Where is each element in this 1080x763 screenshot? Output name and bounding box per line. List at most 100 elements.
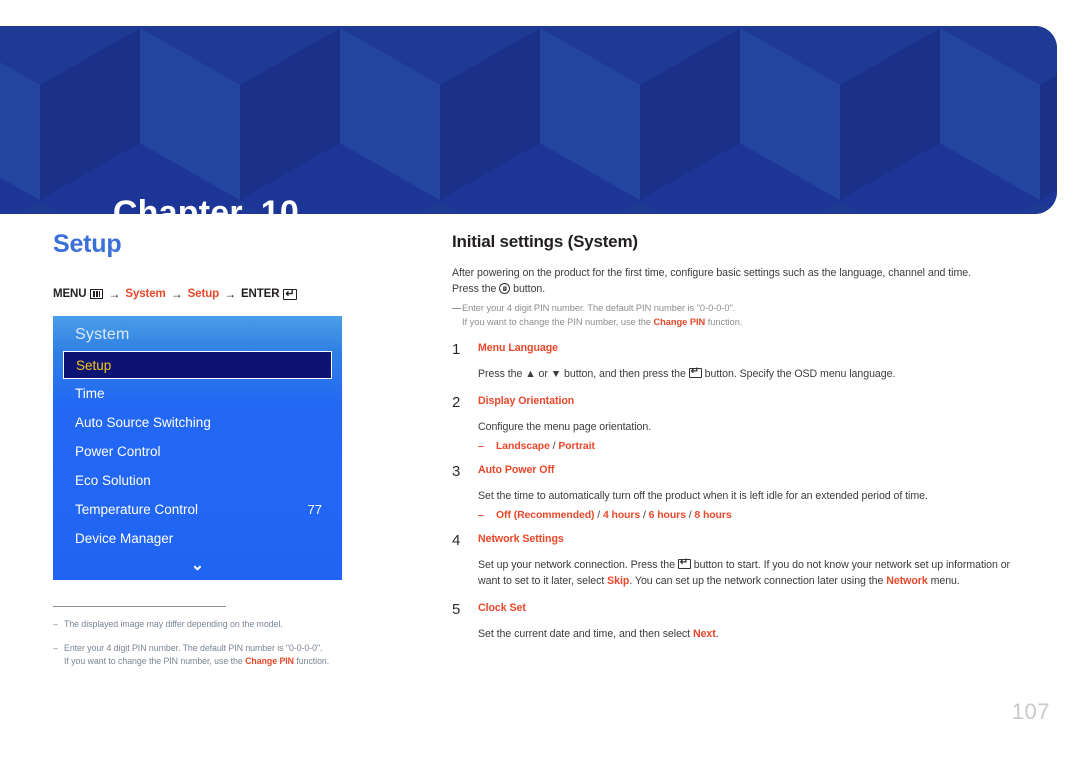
intro-paragraph: After powering on the product for the fi… (452, 265, 1020, 297)
enter-key-icon (677, 558, 691, 569)
enter-key-icon (688, 367, 702, 379)
menu-path-arrow-1: → (108, 287, 121, 301)
step-heading: Menu Language (478, 342, 558, 355)
step-description: Set the current date and time, and then … (478, 627, 1020, 643)
option-values: Off (Recommended) / 4 hours / 6 hours / … (496, 509, 732, 521)
step-number: 3 (452, 462, 461, 480)
chapter-label: Chapter (112, 194, 243, 214)
step-item: 1 Menu Language Press the ▲ or ▼ button, a… (452, 342, 1020, 383)
page-number: 107 (1011, 699, 1050, 724)
osd-menu-item-temperature-control[interactable]: Temperature Control 77 (53, 495, 342, 524)
step-heading: Clock Set (478, 601, 526, 614)
step-description: Press the ▲ or ▼ button, and then press … (478, 367, 1020, 383)
step-number: 1 (452, 341, 461, 359)
osd-menu-list: Setup Time Auto Source Switching Power Cont… (53, 351, 342, 553)
footnote-change-pin-link: Change PIN (245, 656, 294, 667)
step-number: 2 (452, 393, 461, 411)
note-dash: — (452, 303, 462, 314)
pin-note: — Enter your 4 digit PIN number. The def… (452, 302, 1020, 330)
step-body: Network Settings Set up your network conn… (478, 533, 1020, 590)
step-desc-part-a: Set up your network connection. Press th… (478, 558, 678, 571)
step-item: 2 Display Orientation Configure the menu p… (452, 395, 1020, 452)
note-line-2-b: function. (705, 317, 743, 328)
intro-line-1: After powering on the product for the fi… (452, 267, 971, 279)
step-body: Auto Power Off Set the time to automatica… (478, 464, 1020, 521)
footnote-line-2-a: If you want to change the PIN number, us… (64, 656, 246, 667)
right-column: Initial settings (System) After powering… (452, 232, 1020, 642)
step-number: 5 (452, 600, 461, 618)
step-desc-part-a: Configure the menu page orientation. (478, 420, 652, 433)
left-column: Setup MENU → System → Setup → ENTER Syst… (53, 232, 353, 679)
power-button-icon (499, 283, 511, 295)
intro-line-2-a: Press the (452, 283, 500, 296)
step-desc-part-a: Press the ▲ or ▼ button, and then press … (478, 368, 689, 381)
footnote-dash: – (53, 619, 58, 629)
footnote-text: Enter your 4 digit PIN number. The defau… (64, 642, 329, 668)
step-heading: Auto Power Off (478, 463, 555, 476)
step-desc-part-b: button. Specify the OSD menu language. (701, 368, 896, 381)
osd-menu-item-time[interactable]: Time (53, 379, 342, 408)
step-options: – Off (Recommended) / 4 hours / 6 hours /… (478, 510, 1020, 521)
step-body: Display Orientation Configure the menu pa… (478, 395, 1020, 452)
step-options: – Landscape / Portrait (478, 441, 1020, 452)
banner-title-block: Chapter10 System (55, 68, 299, 214)
menu-path-menu-label: MENU (53, 288, 87, 300)
numbered-steps-list: 1 Menu Language Press the ▲ or ▼ button, a… (452, 342, 1020, 642)
chapter-banner: Chapter10 System (0, 26, 1057, 214)
footnote-dash: – (53, 643, 58, 654)
osd-menu-item-device-manager[interactable]: Device Manager (53, 524, 342, 553)
osd-menu-item-eco-solution[interactable]: Eco Solution (53, 466, 342, 495)
step-description: Configure the menu page orientation. (478, 420, 1020, 436)
osd-item-label: Setup (76, 357, 112, 373)
osd-panel-title: System (75, 326, 130, 343)
left-footnotes: – The displayed image may differ dependi… (53, 606, 343, 668)
chapter-number: 10 (260, 194, 299, 214)
step-number: 4 (452, 531, 461, 549)
intro-line-2-b: button. (510, 283, 546, 296)
osd-item-value: 77 (307, 502, 322, 517)
footnote-line-1: Enter your 4 digit PIN number. The defau… (64, 643, 323, 654)
osd-menu-item-power-control[interactable]: Power Control (53, 437, 342, 466)
menu-path-arrow-3: → (224, 287, 236, 301)
menu-path-breadcrumb: MENU → System → Setup → ENTER (53, 287, 353, 301)
step-heading: Network Settings (478, 532, 564, 545)
step-body: Menu Language Press the ▲ or ▼ button, an… (478, 342, 1020, 383)
footnote-item: – The displayed image may differ dependi… (53, 618, 343, 631)
osd-menu-item-setup[interactable]: Setup (63, 351, 332, 379)
step-body: Clock Set Set the current date and time, … (478, 602, 1020, 643)
note-line-2-a: If you want to change the PIN number, us… (462, 317, 654, 328)
footnote-item: – Enter your 4 digit PIN number. The def… (53, 642, 343, 668)
osd-item-label: Power Control (75, 444, 161, 459)
footnote-line-2-b: function. (293, 656, 330, 667)
step-description: Set up your network connection. Press th… (478, 558, 1020, 590)
step-item: 3 Auto Power Off Set the time to automatic… (452, 462, 1020, 521)
step-heading: Display Orientation (478, 394, 575, 407)
menu-grid-icon (90, 289, 104, 299)
enter-key-icon (283, 288, 298, 300)
note-line-1: Enter your 4 digit PIN number. The defau… (462, 303, 736, 314)
section-heading: Initial settings (System) (452, 232, 638, 251)
osd-menu-item-auto-source-switching[interactable]: Auto Source Switching (53, 408, 342, 437)
step-desc-part-a: Set the current date and time, and then … (478, 627, 719, 640)
option-values: Landscape / Portrait (496, 440, 595, 452)
osd-menu-panel: System Setup Time Auto Source Switching Pow… (53, 316, 342, 580)
step-description: Set the time to automatically turn off t… (478, 489, 1020, 505)
menu-path-enter-label: ENTER (240, 288, 280, 300)
note-text: Enter your 4 digit PIN number. The defau… (462, 302, 742, 330)
osd-item-label: Device Manager (75, 531, 174, 546)
page-title: Setup (53, 230, 122, 258)
footnote-divider (53, 606, 226, 607)
osd-item-label: Eco Solution (75, 473, 151, 488)
chevron-down-icon[interactable]: ⌄ (53, 558, 342, 574)
step-item: 5 Clock Set Set the current date and time,… (452, 600, 1020, 643)
note-change-pin-link: Change PIN (653, 317, 706, 328)
osd-item-label: Time (75, 386, 105, 401)
menu-path-arrow-2: → (170, 287, 183, 301)
footnote-text: The displayed image may differ depending… (64, 619, 283, 629)
option-dash: – (478, 509, 484, 521)
menu-path-step-setup: Setup (187, 288, 220, 300)
menu-path-step-system: System (125, 288, 166, 300)
osd-item-label: Temperature Control (75, 502, 199, 517)
option-dash: – (478, 440, 484, 452)
osd-item-label: Auto Source Switching (75, 415, 211, 430)
